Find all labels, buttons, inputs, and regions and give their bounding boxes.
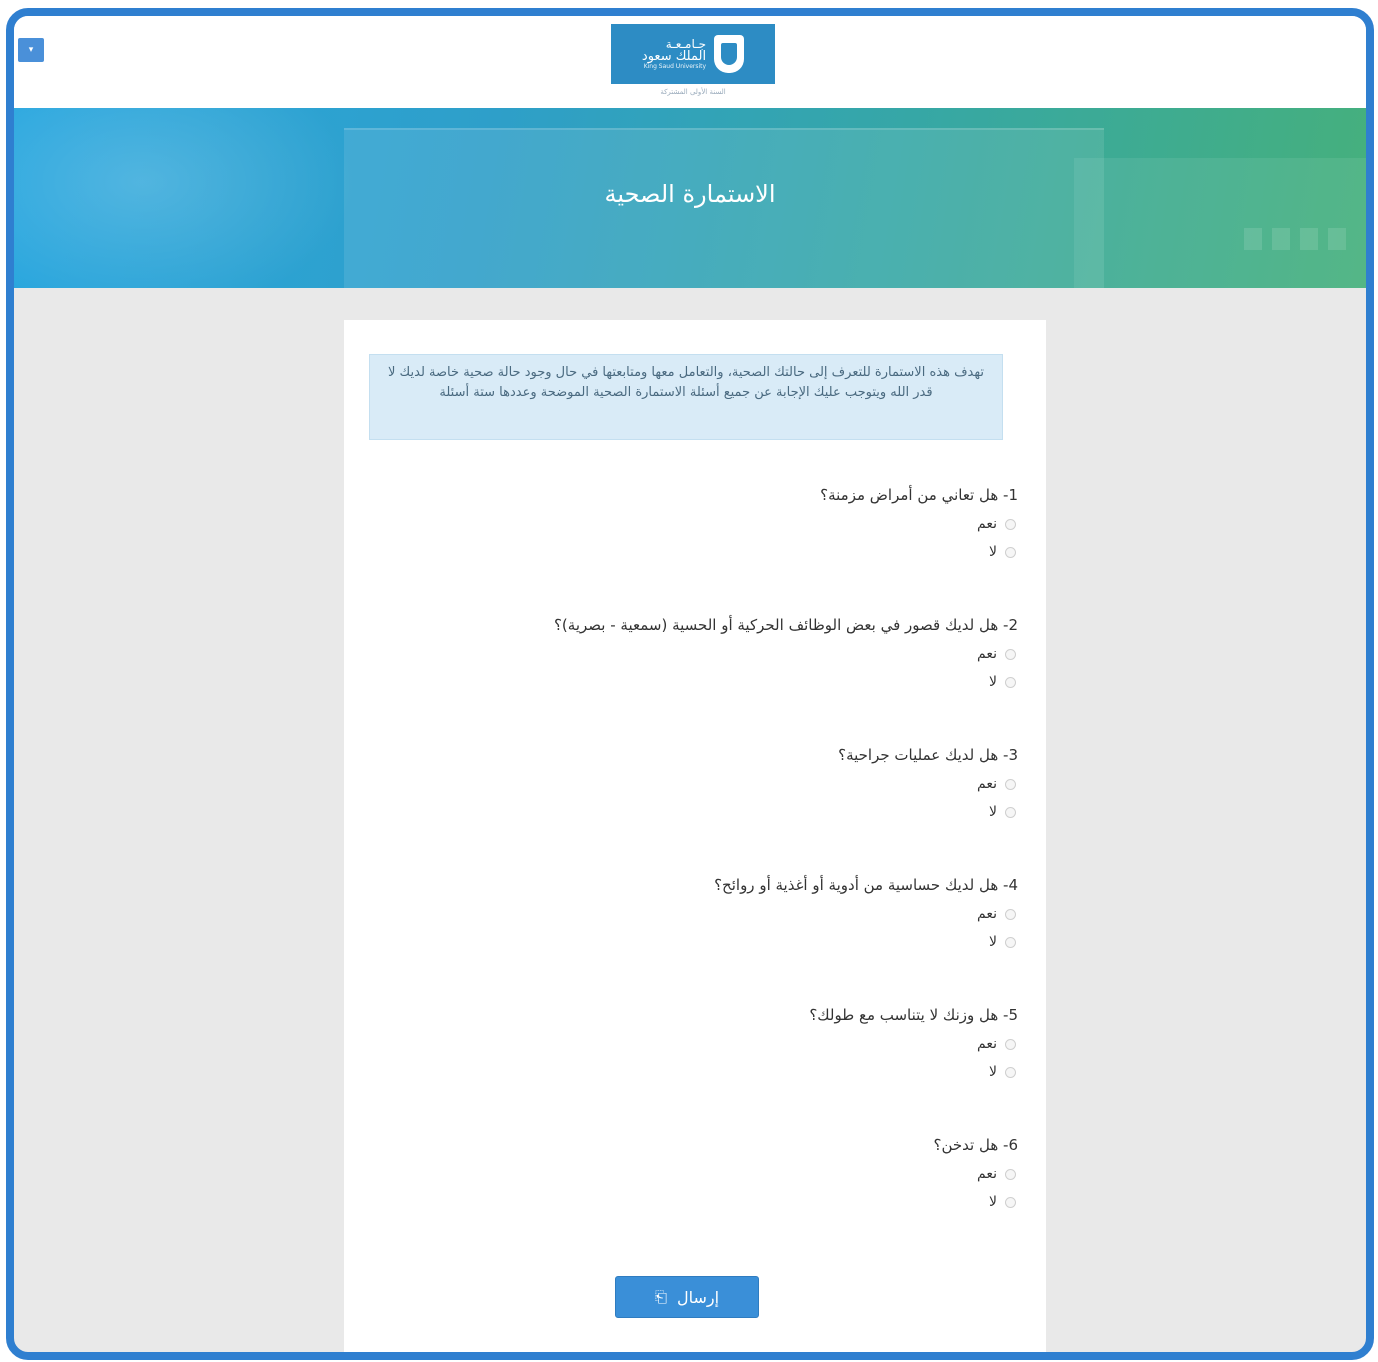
question-5: 5- هل وزنك لا يتناسب مع طولك؟ نعم لا [398,1006,1018,1080]
option-yes[interactable]: نعم [398,646,1018,662]
question-title: 6- هل تدخن؟ [933,1136,1018,1154]
option-label[interactable]: لا [989,1064,997,1080]
share-icon: ⎗ [654,1288,667,1306]
question-title: 4- هل لديك حساسية من أدوية أو أغذية أو ر… [714,876,1018,894]
banner-window [1328,228,1346,250]
question-4: 4- هل لديك حساسية من أدوية أو أغذية أو ر… [398,876,1018,950]
question-title: 2- هل لديك قصور في بعض الوظائف الحركية أ… [553,616,1018,634]
banner-building-decoration [344,128,1104,288]
question-title: 5- هل وزنك لا يتناسب مع طولك؟ [809,1006,1018,1024]
seal-icon [714,35,745,73]
logo-line-2: الملك سعود [641,49,707,65]
radio-button[interactable] [1005,546,1016,558]
health-form-card: تهدف هذه الاستمارة للتعرف إلى حالتك الصح… [344,320,1046,1352]
option-no[interactable]: لا [398,1064,1018,1080]
logo-line-3: King Saud University [643,62,707,70]
submit-label: إرسال [676,1287,720,1307]
logo-text: جـامـعـة الملك سعود King Saud University [642,38,706,71]
banner-window [1244,228,1262,250]
radio-button[interactable] [1005,778,1016,790]
page-banner: الاستمارة الصحية [14,108,1366,288]
banner-window [1272,228,1290,250]
question-1: 1- هل تعاني من أمراض مزمنة؟ نعم لا [398,486,1018,560]
question-3: 3- هل لديك عمليات جراحية؟ نعم لا [398,746,1018,820]
chevron-down-icon: ▾ [28,45,34,55]
option-no[interactable]: لا [398,804,1018,820]
option-label[interactable]: نعم [977,516,997,532]
radio-button[interactable] [1005,648,1016,660]
logo-caption: السنة الأولى المشتركة [660,88,726,96]
option-yes[interactable]: نعم [398,516,1018,532]
option-label[interactable]: نعم [977,906,997,922]
question-6: 6- هل تدخن؟ نعم لا [398,1136,1018,1210]
radio-button[interactable] [1005,908,1016,920]
radio-button[interactable] [1005,936,1016,948]
submit-button[interactable]: إرسال ⎗ [615,1276,759,1318]
question-title: 3- هل لديك عمليات جراحية؟ [838,746,1018,764]
app-window: ▾ جـامـعـة الملك سعود King Saud Universi… [6,8,1374,1360]
question-2: 2- هل لديك قصور في بعض الوظائف الحركية أ… [398,616,1018,690]
top-bar: ▾ جـامـعـة الملك سعود King Saud Universi… [14,16,1366,108]
radio-button[interactable] [1005,1196,1016,1208]
page-title: الاستمارة الصحية [604,180,776,208]
option-label[interactable]: لا [989,674,997,690]
option-yes[interactable]: نعم [398,906,1018,922]
option-no[interactable]: لا [398,934,1018,950]
radio-button[interactable] [1005,1038,1016,1050]
option-label[interactable]: لا [989,1194,997,1210]
menu-toggle-button[interactable]: ▾ [18,38,44,62]
option-label[interactable]: لا [989,804,997,820]
option-no[interactable]: لا [398,674,1018,690]
university-logo[interactable]: جـامـعـة الملك سعود King Saud University [611,24,775,84]
radio-button[interactable] [1005,806,1016,818]
banner-window [1300,228,1318,250]
radio-button[interactable] [1005,518,1016,530]
banner-building-decoration-2 [1074,158,1366,288]
option-yes[interactable]: نعم [398,1036,1018,1052]
form-notice: تهدف هذه الاستمارة للتعرف إلى حالتك الصح… [369,354,1003,440]
option-no[interactable]: لا [398,1194,1018,1210]
option-label[interactable]: نعم [977,1036,997,1052]
question-title: 1- هل تعاني من أمراض مزمنة؟ [820,486,1018,504]
option-yes[interactable]: نعم [398,1166,1018,1182]
option-yes[interactable]: نعم [398,776,1018,792]
radio-button[interactable] [1005,1168,1016,1180]
option-label[interactable]: نعم [977,646,997,662]
radio-button[interactable] [1005,1066,1016,1078]
option-label[interactable]: نعم [977,776,997,792]
radio-button[interactable] [1005,676,1016,688]
option-label[interactable]: نعم [977,1166,997,1182]
option-no[interactable]: لا [398,544,1018,560]
option-label[interactable]: لا [989,544,997,560]
option-label[interactable]: لا [989,934,997,950]
